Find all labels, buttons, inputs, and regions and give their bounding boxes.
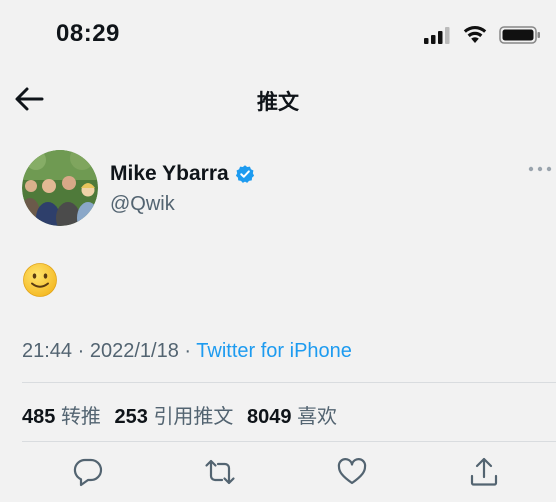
divider bbox=[22, 441, 556, 442]
wifi-icon bbox=[463, 26, 487, 43]
battery-icon bbox=[499, 26, 540, 44]
cellular-signal-icon bbox=[424, 27, 450, 44]
tweet-actions bbox=[0, 456, 556, 492]
status-bar: 08:29 bbox=[0, 0, 556, 70]
meta-separator: · bbox=[184, 340, 192, 362]
tweet-source-link[interactable]: Twitter for iPhone bbox=[196, 340, 352, 362]
quotes-count: 253 bbox=[114, 406, 148, 428]
nav-bar: 推文 bbox=[0, 78, 556, 124]
reply-icon[interactable] bbox=[72, 456, 104, 488]
meta-separator: · bbox=[77, 340, 85, 362]
avatar[interactable] bbox=[22, 150, 98, 226]
retweets-label: 转推 bbox=[60, 406, 101, 428]
likes-count: 8049 bbox=[247, 406, 292, 428]
quotes-stat[interactable]: 253 引用推文 bbox=[115, 400, 234, 429]
tweet-author: Mike Ybarra @Qwik bbox=[22, 150, 552, 230]
retweets-stat[interactable]: 485 转推 bbox=[22, 400, 101, 429]
engagement-stats: 485 转推 253 引用推文 8049 喜欢 bbox=[22, 400, 345, 429]
share-icon[interactable] bbox=[468, 456, 500, 488]
divider bbox=[22, 382, 556, 383]
likes-label: 喜欢 bbox=[297, 406, 338, 428]
page-title: 推文 bbox=[257, 91, 299, 114]
author-name[interactable]: Mike Ybarra bbox=[110, 162, 229, 186]
author-handle[interactable]: @Qwik bbox=[110, 193, 175, 216]
like-heart-icon[interactable] bbox=[336, 456, 368, 488]
tweet-date: 2022/1/18 bbox=[89, 340, 179, 362]
tweet-meta: 21:44 · 2022/1/18 · Twitter for iPhone bbox=[22, 340, 352, 363]
retweet-icon[interactable] bbox=[204, 456, 236, 488]
verified-badge-icon bbox=[235, 165, 254, 183]
retweets-count: 485 bbox=[22, 406, 56, 428]
status-time: 08:29 bbox=[56, 20, 120, 47]
more-options-icon[interactable] bbox=[528, 164, 552, 174]
slightly-smiling-face-icon bbox=[23, 263, 57, 297]
quotes-label: 引用推文 bbox=[153, 406, 234, 428]
tweet-time: 21:44 bbox=[22, 340, 73, 362]
likes-stat[interactable]: 8049 喜欢 bbox=[247, 400, 337, 429]
author-name-line: Mike Ybarra bbox=[110, 162, 255, 186]
